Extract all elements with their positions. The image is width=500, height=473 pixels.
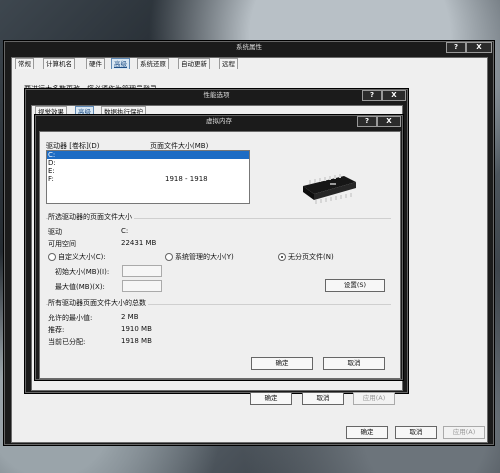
drive-row[interactable]: C: xyxy=(47,151,249,159)
drive-row[interactable]: F: 1918 - 1918 xyxy=(47,175,249,183)
tab-remote[interactable]: 远程 xyxy=(219,58,238,69)
vm-cancel-button[interactable]: 取消 xyxy=(323,357,385,370)
drive-list[interactable]: C: D: E: F: 1918 - 1918 xyxy=(46,150,250,204)
set-button[interactable]: 设置(S) xyxy=(325,279,385,292)
close-button[interactable]: X xyxy=(466,42,492,53)
max-size-label: 最大值(MB)(X): xyxy=(55,283,105,291)
tab-general[interactable]: 常规 xyxy=(15,58,34,69)
total-size-group-title: 所有驱动器页面文件大小的总数 xyxy=(48,298,148,308)
drive-row[interactable]: E: xyxy=(47,167,249,175)
no-pagefile-label: 无分页文件(N) xyxy=(288,253,334,261)
memory-chip-icon xyxy=(303,174,356,204)
initial-size-label: 初始大小(MB)(I): xyxy=(55,268,110,276)
tab-advanced[interactable]: 高级 xyxy=(111,58,130,69)
initial-size-input[interactable] xyxy=(122,265,162,277)
tab-auto-update[interactable]: 自动更新 xyxy=(178,58,210,69)
drive-row[interactable]: D: xyxy=(47,159,249,167)
help-button[interactable]: ? xyxy=(446,42,466,53)
perf-close-button[interactable]: X xyxy=(382,90,406,101)
current-allocated-label: 当前已分配: xyxy=(48,338,86,346)
system-properties-title: 系统属性 xyxy=(236,43,262,51)
system-ok-button[interactable]: 确定 xyxy=(346,426,388,439)
virtual-memory-window: 虚拟内存 ? X 驱动器 [卷标](D) 页面文件大小(MB) C: D: E:… xyxy=(34,114,404,381)
perf-apply-button: 应用(A) xyxy=(353,392,395,405)
min-allowed-value: 2 MB xyxy=(121,313,139,321)
vm-close-button[interactable]: X xyxy=(377,116,401,127)
perf-help-button[interactable]: ? xyxy=(362,90,382,101)
tab-hardware[interactable]: 硬件 xyxy=(86,58,105,69)
system-managed-label: 系统管理的大小(Y) xyxy=(175,253,234,261)
vm-help-button[interactable]: ? xyxy=(357,116,377,127)
space-value: 22431 MB xyxy=(121,239,157,247)
custom-size-label: 自定义大小(C): xyxy=(58,253,106,261)
no-pagefile-radio[interactable] xyxy=(278,253,286,261)
selected-drive-group-title: 所选驱动器的页面文件大小 xyxy=(48,212,134,222)
space-label: 可用空间 xyxy=(48,240,76,248)
perf-ok-button[interactable]: 确定 xyxy=(250,392,292,405)
system-cancel-button[interactable]: 取消 xyxy=(395,426,437,439)
max-size-input[interactable] xyxy=(122,280,162,292)
tab-system-restore[interactable]: 系统还原 xyxy=(137,58,169,69)
current-allocated-value: 1918 MB xyxy=(121,337,152,345)
recommended-label: 推荐: xyxy=(48,326,65,334)
drive-size-f: 1918 - 1918 xyxy=(165,175,208,183)
min-allowed-label: 允许的最小值: xyxy=(48,314,93,322)
perf-cancel-button[interactable]: 取消 xyxy=(302,392,344,405)
custom-size-radio[interactable] xyxy=(48,253,56,261)
drive-value: C: xyxy=(121,227,129,235)
virtual-memory-client: 驱动器 [卷标](D) 页面文件大小(MB) C: D: E: F: 1918 … xyxy=(39,131,401,379)
tab-computer-name[interactable]: 计算机名 xyxy=(43,58,75,69)
system-managed-radio[interactable] xyxy=(165,253,173,261)
virtual-memory-title: 虚拟内存 xyxy=(206,117,232,125)
vm-ok-button[interactable]: 确定 xyxy=(251,357,313,370)
recommended-value: 1910 MB xyxy=(121,325,152,333)
drive-label: 驱动 xyxy=(48,228,62,236)
system-apply-button: 应用(A) xyxy=(443,426,485,439)
performance-options-title: 性能选项 xyxy=(203,91,230,99)
